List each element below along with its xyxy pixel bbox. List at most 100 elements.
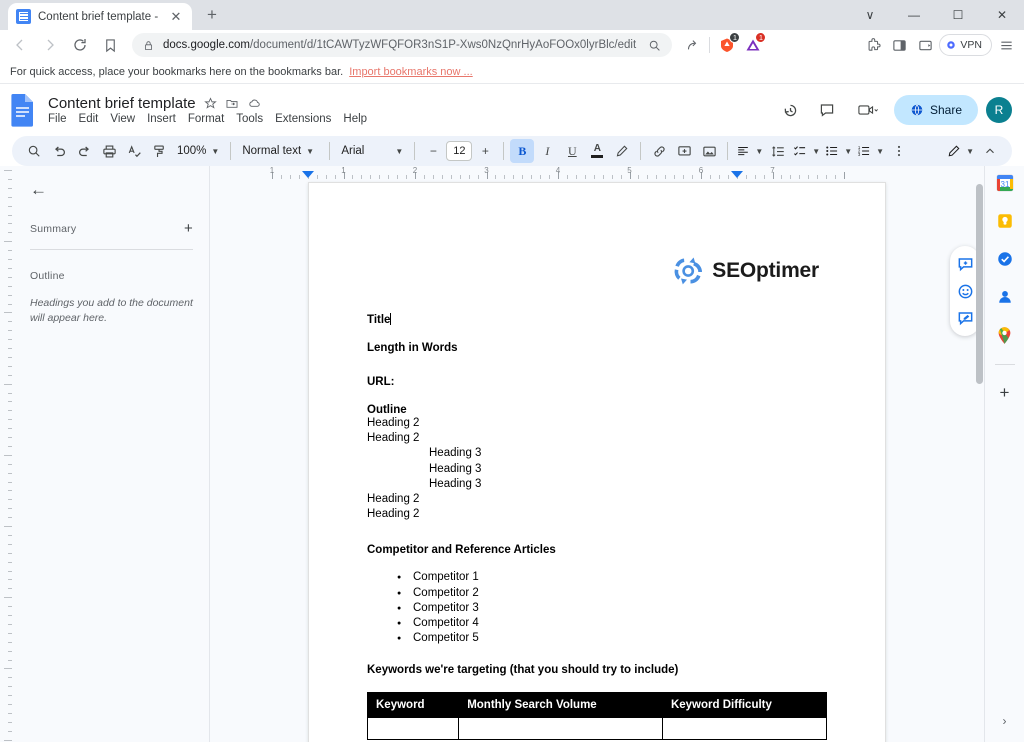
close-window-icon[interactable]: ✕: [980, 0, 1024, 30]
underline-button[interactable]: U: [560, 139, 584, 163]
zoom-selector[interactable]: 100% ▼: [172, 139, 224, 163]
reload-icon[interactable]: [66, 31, 94, 59]
move-to-folder-icon[interactable]: [225, 97, 239, 110]
spellcheck-icon[interactable]: [122, 139, 146, 163]
profile-card-icon[interactable]: [913, 33, 937, 57]
document-page[interactable]: SEOptimer Title Length in Words URL: Out…: [308, 182, 886, 742]
cell-volume[interactable]: [458, 717, 663, 741]
doc-keywords-heading[interactable]: Keywords we're targeting (that you shoul…: [367, 664, 827, 676]
keyword-table[interactable]: Keyword Monthly Search Volume Keyword Diff…: [366, 692, 828, 741]
table-row[interactable]: [366, 717, 828, 741]
vpn-button[interactable]: VPN: [939, 34, 992, 56]
add-comment-icon[interactable]: [672, 139, 696, 163]
share-icon[interactable]: [680, 33, 704, 57]
doc-competitor-heading[interactable]: Competitor and Reference Articles: [367, 544, 827, 556]
font-selector[interactable]: Arial ▼: [336, 139, 408, 163]
cell-keyword[interactable]: [366, 717, 460, 741]
outline-item[interactable]: Heading 3: [367, 477, 827, 492]
google-maps-icon[interactable]: [994, 324, 1016, 346]
zoom-out-icon[interactable]: [646, 33, 662, 57]
left-indent-marker[interactable]: [301, 171, 314, 178]
bold-button[interactable]: B: [510, 139, 535, 163]
menu-file[interactable]: File: [48, 113, 67, 125]
add-summary-button[interactable]: +: [184, 220, 193, 237]
maximize-icon[interactable]: ☐: [936, 0, 980, 30]
google-docs-logo-icon[interactable]: [10, 93, 38, 127]
search-icon[interactable]: [22, 139, 46, 163]
new-tab-button[interactable]: +: [198, 1, 226, 29]
list-item[interactable]: Competitor 3: [397, 601, 827, 616]
list-item[interactable]: Competitor 5: [397, 631, 827, 646]
decrease-font-size-button[interactable]: −: [421, 139, 445, 163]
doc-outline-heading[interactable]: Outline: [367, 404, 827, 416]
link-icon[interactable]: [647, 139, 671, 163]
outline-item[interactable]: Heading 2: [367, 507, 827, 522]
share-button[interactable]: Share: [893, 95, 978, 125]
align-left-button[interactable]: ▼: [734, 139, 765, 163]
chrome-menu-icon[interactable]: [994, 33, 1018, 57]
cell-difficulty[interactable]: [661, 717, 828, 741]
list-item[interactable]: Competitor 1: [397, 570, 827, 585]
cloud-saved-icon[interactable]: [247, 97, 262, 110]
menu-edit[interactable]: Edit: [79, 113, 99, 125]
checklist-button[interactable]: ▼: [791, 139, 822, 163]
google-calendar-icon[interactable]: 31: [994, 172, 1016, 194]
add-reaction-icon[interactable]: [953, 279, 977, 303]
menu-tools[interactable]: Tools: [236, 113, 263, 125]
more-options-icon[interactable]: [887, 139, 911, 163]
google-tasks-icon[interactable]: [994, 248, 1016, 270]
minimize-icon[interactable]: —: [892, 0, 936, 30]
doc-length-line[interactable]: Length in Words: [367, 342, 827, 354]
undo-icon[interactable]: [47, 139, 71, 163]
adblock-icon[interactable]: 1: [741, 32, 767, 57]
list-item[interactable]: Competitor 4: [397, 616, 827, 631]
right-indent-marker[interactable]: [730, 171, 743, 178]
google-keep-icon[interactable]: [994, 210, 1016, 232]
text-color-button[interactable]: A: [585, 139, 609, 163]
back-arrow-icon[interactable]: ←: [30, 180, 193, 200]
comment-history-icon[interactable]: [812, 95, 842, 125]
menu-view[interactable]: View: [110, 113, 135, 125]
outline-item[interactable]: Heading 2: [367, 492, 827, 507]
line-spacing-icon[interactable]: [766, 139, 790, 163]
extensions-puzzle-icon[interactable]: [861, 33, 885, 57]
doc-url-line[interactable]: URL:: [367, 376, 827, 388]
brave-rewards-icon[interactable]: 1: [715, 32, 741, 57]
doc-title-line[interactable]: Title: [367, 313, 827, 326]
numbered-list-button[interactable]: 123 ▼: [855, 139, 886, 163]
paint-format-icon[interactable]: [147, 139, 171, 163]
doc-outline-list[interactable]: Heading 2 Heading 2 Heading 3 Heading 3 Head…: [367, 416, 827, 522]
document-canvas[interactable]: 11234567 SEOptimer Title Length in Words…: [210, 166, 984, 742]
menu-help[interactable]: Help: [343, 113, 367, 125]
menu-extensions[interactable]: Extensions: [275, 113, 331, 125]
avatar[interactable]: R: [986, 97, 1012, 123]
horizontal-ruler[interactable]: 1 1 2 3 4 5 6 7: [210, 166, 984, 182]
paragraph-style-selector[interactable]: Normal text ▼: [237, 139, 323, 163]
document-scrollbar[interactable]: [976, 184, 983, 384]
editing-mode-button[interactable]: ▼: [945, 139, 976, 163]
print-icon[interactable]: [97, 139, 121, 163]
meet-camera-icon[interactable]: [848, 95, 888, 125]
add-app-button[interactable]: +: [1000, 383, 1010, 403]
google-contacts-icon[interactable]: [994, 286, 1016, 308]
italic-button[interactable]: I: [535, 139, 559, 163]
side-panel-icon[interactable]: [887, 33, 911, 57]
version-history-icon[interactable]: [776, 95, 806, 125]
outline-item[interactable]: Heading 3: [367, 446, 827, 461]
redo-icon[interactable]: [72, 139, 96, 163]
browser-tab[interactable]: Content brief template - Google D ✕: [8, 3, 192, 30]
bulleted-list-button[interactable]: ▼: [823, 139, 854, 163]
competitor-list[interactable]: Competitor 1Competitor 2Competitor 3Comp…: [367, 570, 827, 646]
list-item[interactable]: Competitor 2: [397, 586, 827, 601]
menu-insert[interactable]: Insert: [147, 113, 176, 125]
outline-item[interactable]: Heading 3: [367, 462, 827, 477]
font-size-input[interactable]: 12: [446, 141, 473, 161]
highlight-pen-icon[interactable]: [610, 139, 634, 163]
back-icon[interactable]: [6, 31, 34, 59]
add-comment-icon[interactable]: [953, 252, 977, 276]
collapse-toolbar-icon[interactable]: [978, 139, 1002, 163]
tab-search-icon[interactable]: ∨: [848, 0, 892, 30]
forward-icon[interactable]: [36, 31, 64, 59]
import-bookmarks-link[interactable]: Import bookmarks now ...: [349, 66, 473, 78]
close-icon[interactable]: ✕: [168, 9, 184, 25]
